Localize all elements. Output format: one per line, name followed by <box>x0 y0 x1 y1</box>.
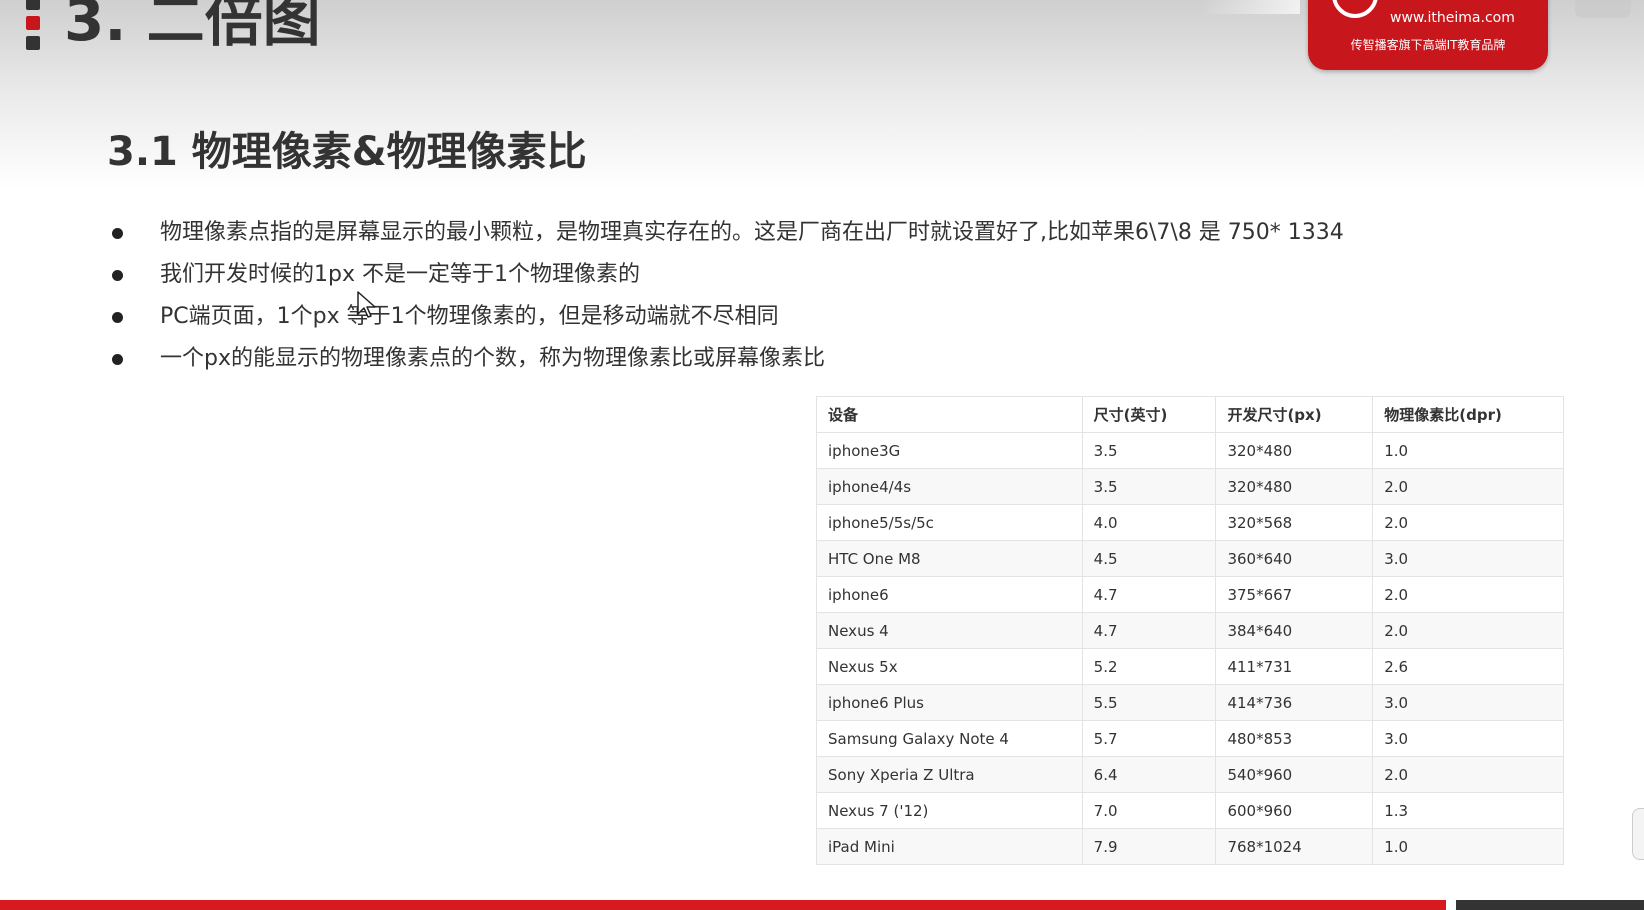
table-row: HTC One M8 4.5 360*640 3.0 <box>816 540 1564 577</box>
bullet-text: 物理像素点指的是屏幕显示的最小颗粒，是物理真实存在的。这是厂商在出厂时就设置好了… <box>160 220 1344 245</box>
cell-size: 5.2 <box>1081 648 1217 685</box>
faded-watermark <box>1200 0 1300 14</box>
faded-corner-mark <box>1575 0 1631 18</box>
bottom-accent-bar <box>0 900 1446 910</box>
cell-dev-size: 384*640 <box>1215 612 1374 649</box>
table-row: iPad Mini 7.9 768*1024 1.0 <box>816 828 1564 865</box>
cell-dev-size: 540*960 <box>1215 756 1374 793</box>
marker-block-bottom <box>26 36 40 50</box>
cell-dev-size: 768*1024 <box>1215 828 1374 865</box>
cell-device: Samsung Galaxy Note 4 <box>816 720 1083 757</box>
cell-size: 3.5 <box>1081 432 1217 469</box>
cell-dev-size: 411*731 <box>1215 648 1374 685</box>
cell-size: 6.4 <box>1081 756 1217 793</box>
cell-size: 4.7 <box>1081 576 1217 613</box>
cell-device: HTC One M8 <box>816 540 1083 577</box>
logo-url: www.itheima.com <box>1390 10 1515 26</box>
cell-device: Nexus 4 <box>816 612 1083 649</box>
table-row: Sony Xperia Z Ultra 6.4 540*960 2.0 <box>816 756 1564 793</box>
cell-dpr: 2.0 <box>1372 756 1564 793</box>
table-row: Nexus 7 ('12) 7.0 600*960 1.3 <box>816 792 1564 829</box>
cell-dev-size: 375*667 <box>1215 576 1374 613</box>
bullet-dot-icon <box>112 312 123 323</box>
scroll-handle[interactable] <box>1632 808 1644 860</box>
bullet-dot-icon <box>112 354 123 365</box>
bullet-item: 物理像素点指的是屏幕显示的最小颗粒，是物理真实存在的。这是厂商在出厂时就设置好了… <box>108 212 1344 254</box>
cell-device: iphone4/4s <box>816 468 1083 505</box>
device-dpr-table: 设备 尺寸(英寸) 开发尺寸(px) 物理像素比(dpr) iphone3G 3… <box>816 396 1564 865</box>
cell-dpr: 3.0 <box>1372 540 1564 577</box>
cell-dev-size: 360*640 <box>1215 540 1374 577</box>
page-title: 3. 二倍图 <box>64 0 321 54</box>
brand-logo: www.itheima.com 传智播客旗下高端IT教育品牌 <box>1308 0 1548 70</box>
table-header-row: 设备 尺寸(英寸) 开发尺寸(px) 物理像素比(dpr) <box>816 396 1564 433</box>
cell-device: iphone5/5s/5c <box>816 504 1083 541</box>
bottom-dark-bar <box>1456 900 1644 910</box>
cell-device: Sony Xperia Z Ultra <box>816 756 1083 793</box>
cell-dev-size: 480*853 <box>1215 720 1374 757</box>
cell-dpr: 2.0 <box>1372 612 1564 649</box>
cell-dpr: 2.0 <box>1372 468 1564 505</box>
cell-dev-size: 414*736 <box>1215 684 1374 721</box>
cell-dpr: 3.0 <box>1372 720 1564 757</box>
cell-device: Nexus 7 ('12) <box>816 792 1083 829</box>
cell-dpr: 1.3 <box>1372 792 1564 829</box>
table-row: Samsung Galaxy Note 4 5.7 480*853 3.0 <box>816 720 1564 757</box>
header-dpr: 物理像素比(dpr) <box>1372 396 1564 433</box>
cell-size: 5.5 <box>1081 684 1217 721</box>
header-dev-size: 开发尺寸(px) <box>1215 396 1374 433</box>
bullet-list: 物理像素点指的是屏幕显示的最小颗粒，是物理真实存在的。这是厂商在出厂时就设置好了… <box>108 212 1344 380</box>
table-row: iphone4/4s 3.5 320*480 2.0 <box>816 468 1564 505</box>
cell-dev-size: 320*568 <box>1215 504 1374 541</box>
cell-dpr: 3.0 <box>1372 684 1564 721</box>
section-subtitle: 3.1 物理像素&物理像素比 <box>107 129 587 175</box>
cell-size: 7.0 <box>1081 792 1217 829</box>
cell-size: 4.5 <box>1081 540 1217 577</box>
cell-dpr: 1.0 <box>1372 432 1564 469</box>
cell-dev-size: 320*480 <box>1215 432 1374 469</box>
cell-device: Nexus 5x <box>816 648 1083 685</box>
bullet-text: 一个px的能显示的物理像素点的个数，称为物理像素比或屏幕像素比 <box>160 346 825 371</box>
cell-device: iphone3G <box>816 432 1083 469</box>
mouse-cursor-icon <box>357 291 376 318</box>
table-row: iphone3G 3.5 320*480 1.0 <box>816 432 1564 469</box>
cell-device: iphone6 Plus <box>816 684 1083 721</box>
bullet-text: PC端页面，1个px 等于1个物理像素的，但是移动端就不尽相同 <box>160 304 779 329</box>
logo-slogan: 传智播客旗下高端IT教育品牌 <box>1350 38 1506 52</box>
cell-size: 7.9 <box>1081 828 1217 865</box>
cell-dev-size: 600*960 <box>1215 792 1374 829</box>
cell-size: 5.7 <box>1081 720 1217 757</box>
marker-block-top <box>26 0 40 10</box>
bullet-item: PC端页面，1个px 等于1个物理像素的，但是移动端就不尽相同 <box>108 296 1344 338</box>
cell-size: 4.7 <box>1081 612 1217 649</box>
header-size: 尺寸(英寸) <box>1081 396 1217 433</box>
cell-dev-size: 320*480 <box>1215 468 1374 505</box>
header-device: 设备 <box>816 396 1083 433</box>
cell-dpr: 2.6 <box>1372 648 1564 685</box>
bullet-item: 一个px的能显示的物理像素点的个数，称为物理像素比或屏幕像素比 <box>108 338 1344 380</box>
bullet-item: 我们开发时候的1px 不是一定等于1个物理像素的 <box>108 254 1344 296</box>
table-row: Nexus 4 4.7 384*640 2.0 <box>816 612 1564 649</box>
table-row: iphone6 Plus 5.5 414*736 3.0 <box>816 684 1564 721</box>
table-row: iphone5/5s/5c 4.0 320*568 2.0 <box>816 504 1564 541</box>
brand-logo-icon <box>1332 0 1378 18</box>
bullet-dot-icon <box>112 228 123 239</box>
cell-dpr: 2.0 <box>1372 576 1564 613</box>
marker-block-middle <box>26 16 40 30</box>
bullet-dot-icon <box>112 270 123 281</box>
cell-dpr: 2.0 <box>1372 504 1564 541</box>
cell-size: 3.5 <box>1081 468 1217 505</box>
section-marker-icon <box>26 0 40 56</box>
cell-device: iPad Mini <box>816 828 1083 865</box>
cell-size: 4.0 <box>1081 504 1217 541</box>
table-row: Nexus 5x 5.2 411*731 2.6 <box>816 648 1564 685</box>
cell-dpr: 1.0 <box>1372 828 1564 865</box>
bullet-text: 我们开发时候的1px 不是一定等于1个物理像素的 <box>160 262 640 287</box>
cell-device: iphone6 <box>816 576 1083 613</box>
table-row: iphone6 4.7 375*667 2.0 <box>816 576 1564 613</box>
